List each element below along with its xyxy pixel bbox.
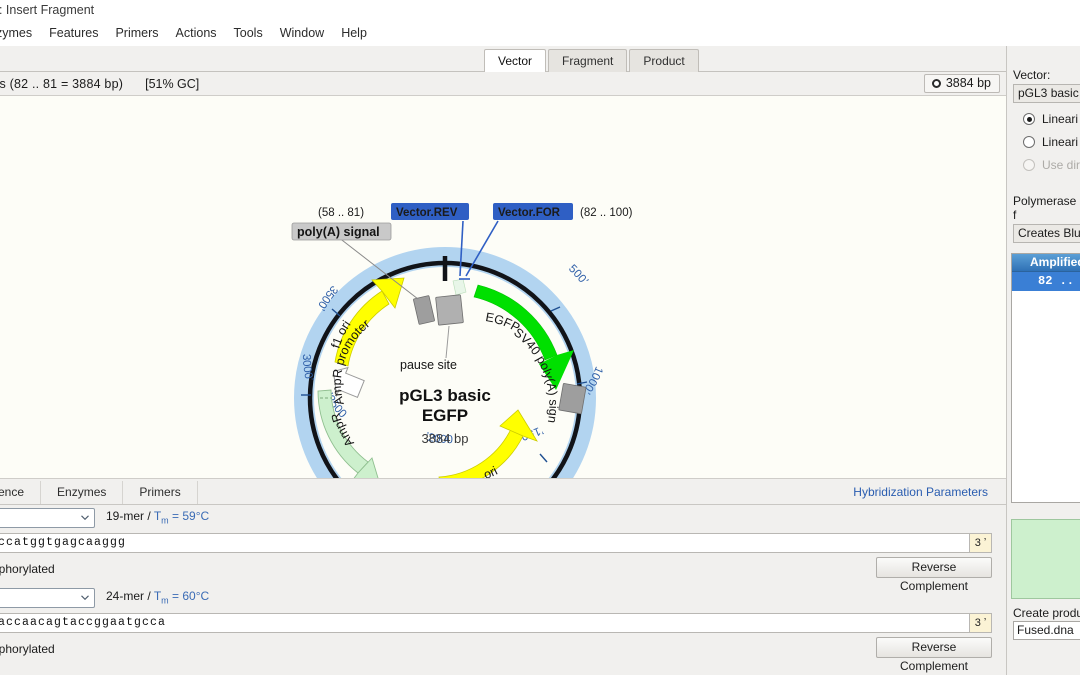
primer-2-tm-value: = 60°C xyxy=(172,589,210,603)
sidebar-option-linearize-2[interactable]: Lineari xyxy=(1023,135,1080,149)
feature-grey-box-right[interactable] xyxy=(558,383,587,415)
primer-row-2-sequence-row: taccaacagtaccggaatgcca 3 ʼ xyxy=(0,613,1006,637)
menu-item-primers[interactable]: Primers xyxy=(107,24,166,42)
primer-form-panel: OR 19-mer / Tm = 59°C accatggtgagcaaggg … xyxy=(0,505,1006,675)
primer-1-three-prime-marker: 3 ʼ xyxy=(970,533,992,553)
tab-product[interactable]: Product xyxy=(629,49,699,73)
tab-vector[interactable]: Vector xyxy=(484,49,547,73)
primer-2-tm-sub: m xyxy=(161,595,169,606)
application-window: g: Insert Fragment zymes Features Primer… xyxy=(0,0,1080,675)
primer-2-length: 24-mer xyxy=(106,589,145,603)
chevron-down-icon xyxy=(81,515,89,520)
menu-item-tools[interactable]: Tools xyxy=(226,24,271,42)
sidebar-polymerase-label: Polymerase f xyxy=(1013,194,1077,222)
window-titlebar: g: Insert Fragment xyxy=(0,0,1080,20)
plasmid-map-svg: .lbl { font-family:"Liberation Sans", sa… xyxy=(0,96,633,478)
tab-fragment[interactable]: Fragment xyxy=(548,49,628,73)
sidebar-vector-combo[interactable]: pGL3 basic E xyxy=(1013,84,1080,103)
primer-2-reverse-complement-button[interactable]: Reverse Complement xyxy=(876,637,992,673)
primer-1-select[interactable]: OR xyxy=(0,508,95,528)
radio-selected-icon xyxy=(1023,113,1035,125)
primer-for-label: Vector.FOR xyxy=(498,207,561,219)
primer-for-range: (82 .. 100) xyxy=(580,207,633,219)
radio-disabled-icon xyxy=(1023,159,1035,171)
sidebar-option-1-label: Lineari xyxy=(1042,112,1079,126)
primer-1-length: 19-mer xyxy=(106,509,145,523)
tab-strip: Vector Fragment Product xyxy=(0,46,1080,124)
primer-1-reverse-complement-button[interactable]: Reverse Complement xyxy=(876,557,992,593)
sidebar-amplified-list-row[interactable]: 82 .. xyxy=(1012,272,1080,291)
sidebar-vector-label: Vector: xyxy=(1013,68,1051,82)
footer-tab-sequence[interactable]: ence xyxy=(0,481,42,504)
chevron-down-icon xyxy=(81,595,89,600)
menu-item-enzymes[interactable]: zymes xyxy=(0,24,40,42)
hybridization-parameters-link[interactable]: Hybridization Parameters xyxy=(853,485,988,499)
sidebar-amplified-list-header: Amplified xyxy=(1012,254,1080,272)
sequence-info-bar: ers (82 .. 81 = 3884 bp) [51% GC] 3884 b… xyxy=(0,72,1006,96)
primer-1-phosphorylated-label[interactable]: osphorylated xyxy=(0,562,55,576)
primer-row-2-options: osphorylated Reverse Complement xyxy=(0,637,1006,673)
sidebar-option-use-directional: Use dir xyxy=(1023,158,1080,172)
primer-rev-label: Vector.REV xyxy=(396,207,458,219)
plasmid-size-label: 3884 bp xyxy=(422,431,469,446)
primer-2-phosphorylated-label[interactable]: osphorylated xyxy=(0,642,55,656)
sidebar-ready-panel: Rea xyxy=(1011,519,1080,599)
sidebar-option-linearize-1[interactable]: Lineari xyxy=(1023,112,1080,126)
sidebar-polymerase-combo[interactable]: Creates Blun xyxy=(1013,224,1080,243)
sidebar-amplified-list[interactable]: Amplified 82 .. xyxy=(1011,253,1080,503)
length-badge[interactable]: 3884 bp xyxy=(923,74,1000,93)
primer-rev-range: (58 .. 81) xyxy=(318,207,364,219)
sidebar-option-3-label: Use dir xyxy=(1042,158,1080,172)
primer-1-sequence-field[interactable]: accatggtgagcaaggg xyxy=(0,533,970,553)
length-badge-label: 3884 bp xyxy=(945,76,991,90)
radio-unselected-icon xyxy=(1023,136,1035,148)
primer-1-tm-sub: m xyxy=(161,515,169,526)
menu-item-actions[interactable]: Actions xyxy=(168,24,225,42)
callout-polya-label: poly(A) signal xyxy=(297,225,380,239)
footer-tab-primers[interactable]: Primers xyxy=(123,481,198,504)
primer-row-1-header: OR 19-mer / Tm = 59°C xyxy=(0,505,1006,533)
circular-topology-icon xyxy=(931,78,941,88)
sequence-range-text: ers (82 .. 81 = 3884 bp) xyxy=(0,76,124,91)
window-title: g: Insert Fragment xyxy=(0,3,95,17)
primer-row-1-options: osphorylated Reverse Complement xyxy=(0,557,1006,593)
menu-item-features[interactable]: Features xyxy=(41,24,106,42)
feature-pause-site-box-2[interactable] xyxy=(435,294,464,326)
plasmid-name-line2: EGFP xyxy=(422,406,468,425)
primer-1-tm-value: = 59°C xyxy=(172,509,210,523)
plasmid-name-line1: pGL3 basic xyxy=(399,386,491,405)
right-sidebar: Vector: pGL3 basic E Lineari Lineari Use… xyxy=(1006,46,1080,675)
gc-content-text: [51% GC] xyxy=(145,76,200,91)
sidebar-create-product-label: Create produ xyxy=(1013,606,1080,620)
callout-pause-site: pause site xyxy=(400,358,457,372)
footer-tab-enzymes[interactable]: Enzymes xyxy=(41,481,124,504)
sidebar-filename-input[interactable]: Fused.dna xyxy=(1013,621,1080,640)
primer-row-1-sequence-row: accatggtgagcaaggg 3 ʼ xyxy=(0,533,1006,557)
menu-item-window[interactable]: Window xyxy=(272,24,332,42)
primer-2-sequence-field[interactable]: taccaacagtaccggaatgcca xyxy=(0,613,970,633)
menu-bar: zymes Features Primers Actions Tools Win… xyxy=(0,20,1080,46)
primer-2-select[interactable]: EV xyxy=(0,588,95,608)
primer-1-stats: 19-mer / Tm = 59°C xyxy=(106,509,209,525)
primer-2-stats: 24-mer / Tm = 60°C xyxy=(106,589,209,605)
map-footer-tabs: ence Enzymes Primers Hybridization Param… xyxy=(0,479,1006,505)
sidebar-option-2-label: Lineari xyxy=(1042,135,1079,149)
primer-2-three-prime-marker: 3 ʼ xyxy=(970,613,992,633)
menu-item-help[interactable]: Help xyxy=(333,24,375,42)
plasmid-map-canvas[interactable]: .lbl { font-family:"Liberation Sans", sa… xyxy=(0,96,1006,479)
primer-row-2-header: EV 24-mer / Tm = 60°C xyxy=(0,585,1006,613)
map-tick-label-500: 500ʼ xyxy=(566,263,590,288)
